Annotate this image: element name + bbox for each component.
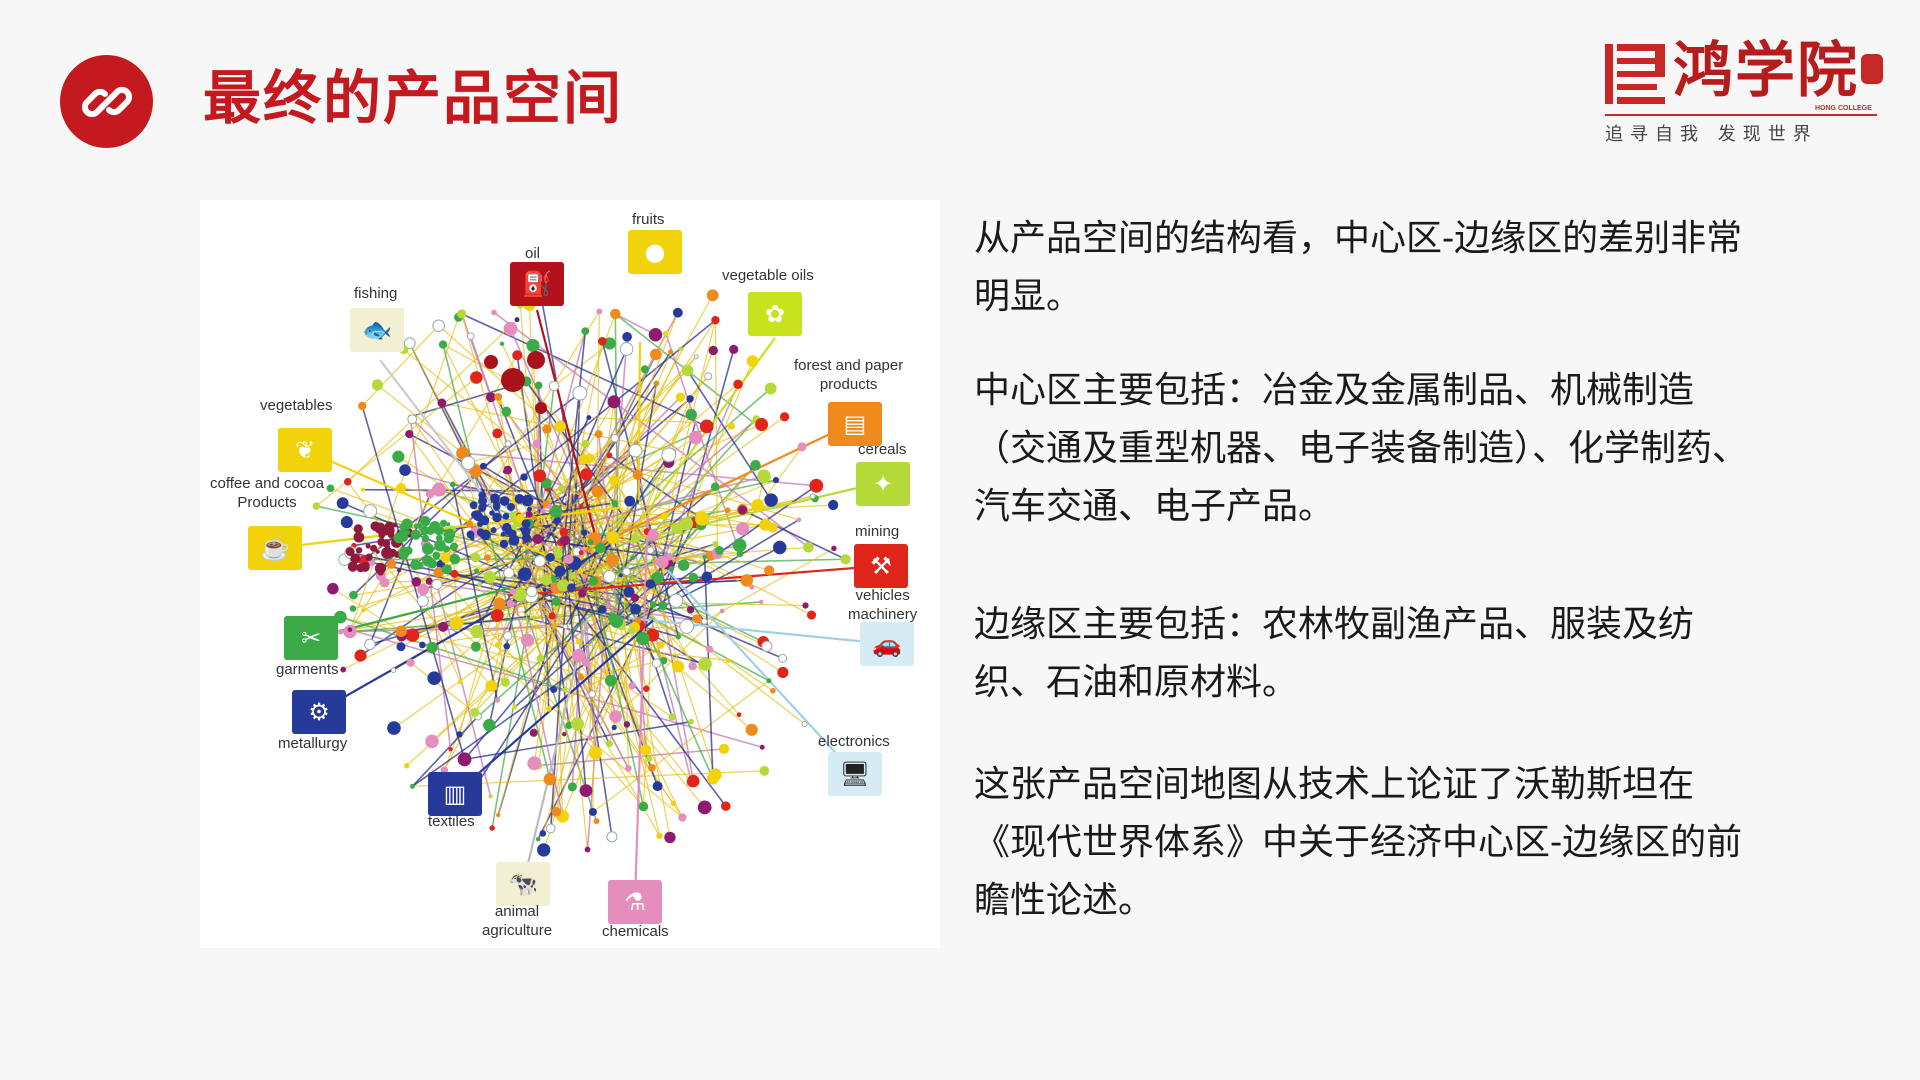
- logo-slogan: 追寻自我 发现世界: [1605, 124, 1818, 145]
- chemicals-icon: ⚗: [608, 880, 662, 924]
- garments-icon: ✂: [284, 616, 338, 660]
- metallurgy-icon: ⚙: [292, 690, 346, 734]
- label-fishing: fishing: [354, 285, 398, 302]
- logo-divider: [1605, 114, 1877, 116]
- textiles-icon: ▥: [428, 772, 482, 816]
- electronics-icon: 🖥: [828, 752, 882, 796]
- product-space-network-figure: ● ⛽ 🐟 ✿ ▤ ❦ ✦ ☕ ⚒ ✂ 🚗 ⚙ 🖥 ▥ 🐄 ⚗ fruits o…: [200, 200, 940, 948]
- label-forest-paper: forest and paper products: [794, 357, 904, 393]
- paragraph-3: 边缘区主要包括：农林牧副渔产品、服装及纺织、石油和原材料。: [974, 604, 1695, 703]
- label-electronics: electronics: [818, 733, 890, 750]
- label-oil: oil: [525, 245, 541, 262]
- paragraph-4: 这张产品空间地图从技术上论证了沃勒斯坦在《现代世界体系》中关于经济中心区-边缘区…: [974, 764, 1743, 921]
- oil-icon: ⛽: [510, 262, 564, 306]
- label-fruits: fruits: [632, 211, 665, 228]
- fruits-icon: ●: [628, 230, 682, 274]
- label-vegetables: vegetables: [260, 397, 333, 414]
- link-icon-badge: [60, 55, 153, 148]
- coffee-cocoa-icon: ☕: [248, 526, 302, 570]
- paragraph-1: 从产品空间的结构看，中心区-边缘区的差别非常明显。: [974, 218, 1743, 317]
- cereals-icon: ✦: [856, 462, 910, 506]
- label-animal-agriculture: animal agriculture: [482, 903, 553, 939]
- label-vehicles-machinery: vehicles machinery: [848, 587, 918, 623]
- label-garments: garments: [276, 661, 339, 678]
- paragraph-2: 中心区主要包括：冶金及金属制品、机械制造（交通及重型机器、电子装备制造）、化学制…: [974, 370, 1749, 527]
- label-chemicals: chemicals: [602, 923, 669, 940]
- vehicles-machinery-icon: 🚗: [860, 622, 914, 666]
- product-space-network: [274, 285, 889, 901]
- logo-seal-icon: [1861, 54, 1883, 84]
- logo-name: 鸿学院: [1673, 36, 1859, 106]
- fishing-icon: 🐟: [350, 308, 404, 352]
- page-title: 最终的产品空间: [203, 64, 624, 132]
- vegetables-icon: ❦: [278, 428, 332, 472]
- label-vegetable-oils: vegetable oils: [722, 267, 814, 284]
- animal-agriculture-icon: 🐄: [496, 862, 550, 906]
- label-cereals: cereals: [858, 441, 907, 458]
- link-icon: [81, 86, 132, 117]
- label-coffee-cocoa: coffee and cocoa Products: [210, 475, 324, 511]
- logo-english: HONG COLLEGE: [1813, 105, 1874, 112]
- mining-icon: ⚒: [854, 544, 908, 588]
- college-logo: 鸿学院 HONG COLLEGE 追寻自我 发现世界: [1605, 36, 1885, 150]
- label-mining: mining: [855, 523, 900, 540]
- vegetable-oils-icon: ✿: [748, 292, 802, 336]
- label-metallurgy: metallurgy: [278, 735, 348, 752]
- logo-mark-icon: [1605, 44, 1665, 104]
- label-textiles: textiles: [428, 813, 475, 830]
